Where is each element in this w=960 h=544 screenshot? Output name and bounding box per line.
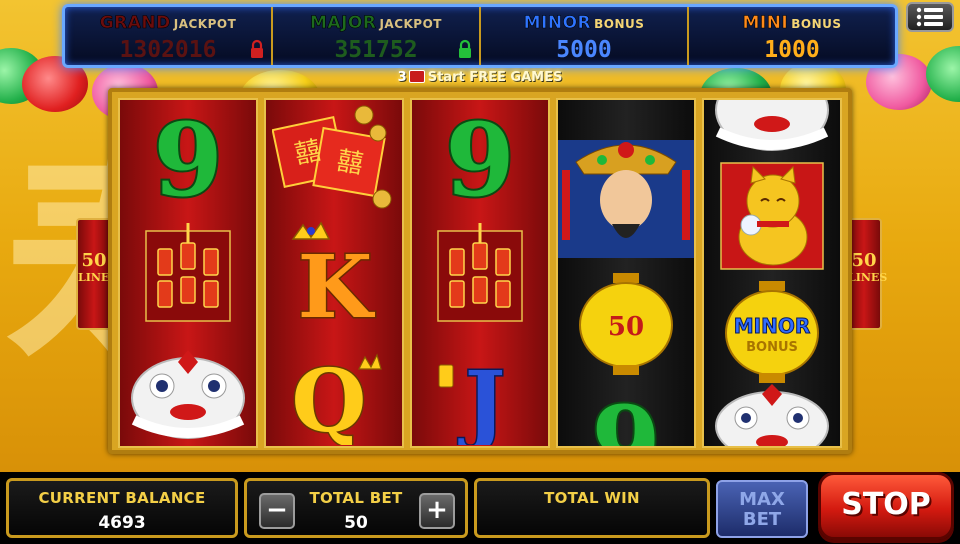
jackpot-bar: GRAND JACKPOT 1302016 MAJOR JACKPOT 351752… <box>62 4 898 68</box>
reel-4: 50 9 <box>556 98 696 448</box>
max-bet-button[interactable]: MAX BET <box>716 480 808 538</box>
major-jackpot: MAJOR JACKPOT 351752 <box>273 7 481 65</box>
firecrackers-icon <box>437 223 523 322</box>
mini-bonus-title: MINI <box>742 13 789 34</box>
symbol-cell: 50 <box>558 266 694 382</box>
reel-3: 9 J <box>410 98 550 448</box>
menu-button[interactable] <box>906 2 954 32</box>
lock-icon <box>251 39 263 58</box>
minor-bonus-lantern-icon: MINOR BONUS <box>725 281 819 383</box>
game-stage: 寿 GRANDJACKPOT 1302016 MAJORJACKPOT 3517… <box>0 0 960 544</box>
minor-bonus-subtitle: BONUS <box>594 17 645 31</box>
minor-bonus-title: MINOR <box>523 13 592 34</box>
hamburger-menu-icon <box>916 7 943 27</box>
major-jackpot-value: 351752 <box>334 37 418 63</box>
symbol-cell: 9 <box>412 100 548 216</box>
lion-dance-head-icon <box>715 384 829 446</box>
reel-frame: 9 囍 囍 K Q 9 J 50 9 MINOR BONUS <box>108 88 852 454</box>
mini-bonus-subtitle: BONUS <box>791 17 842 31</box>
symbol-cell: 囍 囍 <box>266 100 402 216</box>
free-games-text: Start FREE GAMES <box>427 70 563 85</box>
king-symbol-icon: K <box>291 221 377 329</box>
current-balance-value: 4693 <box>98 513 146 533</box>
current-balance-label: CURRENT BALANCE <box>38 489 206 507</box>
symbol-cell <box>704 380 840 446</box>
emperor-icon <box>558 140 694 258</box>
red-envelopes-icon: 囍 囍 <box>272 105 392 209</box>
svg-text:K: K <box>298 237 376 329</box>
minor-bonus: MINOR BONUS 5000 <box>481 7 689 65</box>
grand-jackpot-value: 1302016 <box>119 37 217 63</box>
current-balance-panel: CURRENT BALANCE 4693 <box>6 478 238 538</box>
symbol-cell <box>704 100 840 160</box>
svg-text:9: 9 <box>445 103 515 213</box>
symbol-cell <box>120 332 256 446</box>
bottom-control-bar: CURRENT BALANCE 4693 TOTAL BET 50 − + TO… <box>0 472 960 544</box>
gold-lantern-icon: 50 <box>579 273 673 375</box>
free-games-count: 3 <box>397 70 407 85</box>
decrease-bet-button[interactable]: − <box>259 493 295 529</box>
increase-bet-button[interactable]: + <box>419 493 455 529</box>
reel-5: MINOR BONUS <box>702 98 842 448</box>
total-bet-panel: TOTAL BET 50 − + <box>244 478 468 538</box>
lines-badge-left: 50 LINES <box>76 218 118 330</box>
stop-button[interactable]: STOP <box>818 472 954 540</box>
mini-bonus: MINI BONUS 1000 <box>689 7 895 65</box>
lion-dance-head-icon <box>131 350 245 439</box>
svg-text:9: 9 <box>153 103 223 213</box>
symbol-cell: K <box>266 216 402 332</box>
lines-label: LINES <box>78 271 118 284</box>
grand-jackpot: GRAND JACKPOT 1302016 <box>65 7 273 65</box>
symbol-cell: J <box>412 332 548 446</box>
mini-bonus-value: 1000 <box>764 37 820 63</box>
symbol-cell: Q <box>266 332 402 446</box>
symbol-cell <box>120 216 256 332</box>
max-bet-label-line1: MAX <box>739 489 785 510</box>
queen-symbol-icon: Q <box>290 350 382 445</box>
svg-text:Q: Q <box>292 351 367 445</box>
svg-text:J: J <box>458 353 506 445</box>
nine-symbol-icon: 9 <box>443 103 517 213</box>
minor-bonus-value: 5000 <box>556 37 612 63</box>
lucky-cat-icon <box>720 162 824 270</box>
symbol-cell <box>412 216 548 332</box>
background-lantern-icon <box>926 46 960 102</box>
major-jackpot-subtitle: JACKPOT <box>379 17 442 31</box>
firecrackers-icon <box>145 223 231 322</box>
minor-bonus-symbol-sub: BONUS <box>746 340 798 355</box>
nine-symbol-icon: 9 <box>589 386 663 448</box>
grand-jackpot-title: GRAND <box>99 13 171 34</box>
free-games-banner: 3 Start FREE GAMES <box>360 70 600 88</box>
svg-text:囍: 囍 <box>335 146 366 180</box>
svg-text:9: 9 <box>591 386 661 448</box>
symbol-cell <box>558 100 694 260</box>
symbol-cell: 9 <box>120 100 256 216</box>
lion-dance-head-icon <box>715 100 829 151</box>
symbol-cell: MINOR BONUS <box>704 274 840 390</box>
major-jackpot-title: MAJOR <box>310 13 377 34</box>
max-bet-label-line2: BET <box>742 509 782 530</box>
lines-count: 50 <box>81 250 107 271</box>
total-win-label: TOTAL WIN <box>544 489 640 507</box>
lock-icon <box>459 39 471 58</box>
lines-label: LINES <box>848 271 888 284</box>
nine-symbol-icon: 9 <box>151 103 225 213</box>
lines-count: 50 <box>851 250 877 271</box>
scatter-icon <box>408 70 425 83</box>
total-win-panel: TOTAL WIN <box>474 478 710 538</box>
reel-1: 9 <box>118 98 258 448</box>
lantern-value: 50 <box>608 312 644 342</box>
reel-2: 囍 囍 K Q <box>264 98 404 448</box>
symbol-cell <box>704 158 840 274</box>
grand-jackpot-subtitle: JACKPOT <box>173 17 237 31</box>
symbol-cell: 9 <box>558 386 694 448</box>
minor-bonus-symbol-title: MINOR <box>734 314 810 338</box>
jack-symbol-icon: J <box>438 352 507 445</box>
